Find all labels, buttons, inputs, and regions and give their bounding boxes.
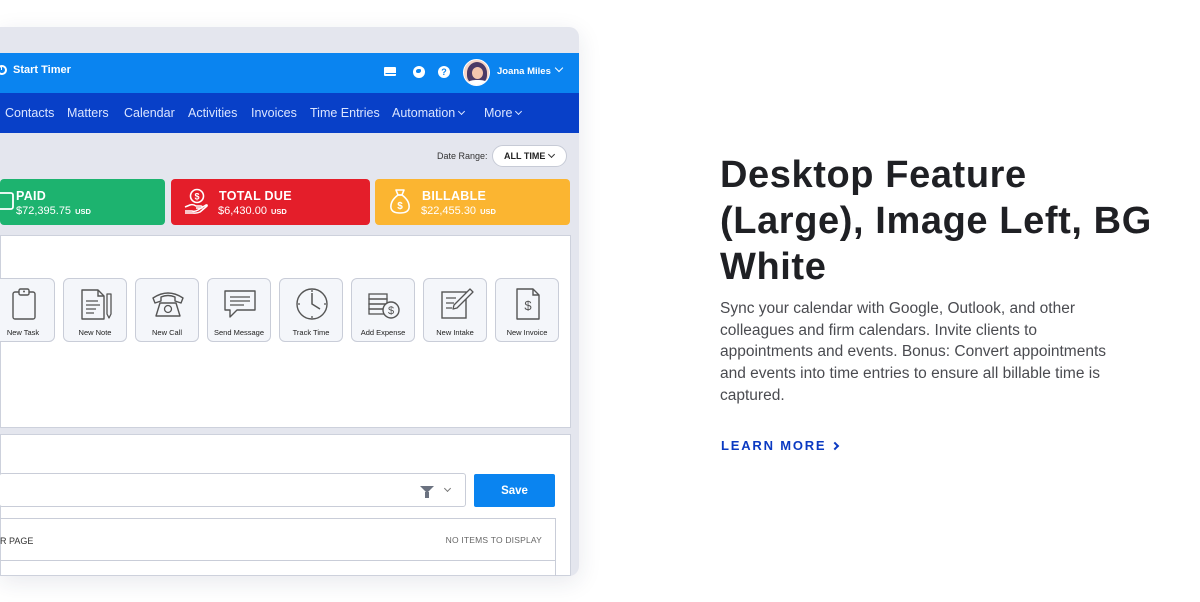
intake-icon [441, 288, 474, 319]
nav-item-calendar[interactable]: Calendar [124, 106, 175, 120]
quick-actions-panel: New Task New Note New Call Send Message … [0, 235, 571, 428]
stat-card-billable[interactable]: $ BILLABLE $22,455.30 USD [375, 179, 570, 225]
tile-new-note[interactable]: New Note [63, 278, 127, 342]
filter-input[interactable] [0, 473, 466, 507]
no-items-text: NO ITEMS TO DISPLAY [445, 535, 542, 545]
save-button[interactable]: Save [474, 474, 555, 507]
chevron-right-icon [831, 441, 840, 451]
feature-heading: Desktop Feature (Large), Image Left, BG … [720, 154, 1152, 288]
nav-item-more[interactable]: More [484, 106, 523, 120]
nav-label-more: More [484, 106, 513, 120]
nav-item-invoices[interactable]: Invoices [251, 106, 297, 120]
phone-icon [152, 292, 184, 317]
globe-icon[interactable] [413, 66, 425, 78]
nav-item-contacts[interactable]: Contacts [5, 106, 54, 120]
tile-label: New Task [6, 328, 40, 337]
stat-card-paid[interactable]: PAID $72,395.75 USD [0, 179, 165, 225]
invoice-icon: $ [516, 288, 540, 320]
learn-more-link[interactable]: LEARN MORE [721, 438, 840, 453]
mail-icon[interactable] [384, 67, 397, 76]
tile-label: New Note [78, 328, 112, 337]
tile-new-call[interactable]: New Call [135, 278, 199, 342]
chevron-down-icon [547, 150, 556, 159]
tile-new-intake[interactable]: New Intake [423, 278, 487, 342]
chevron-down-icon[interactable] [554, 63, 564, 73]
svg-text:$: $ [397, 201, 403, 212]
feature-body: Sync your calendar with Google, Outlook,… [720, 300, 1107, 404]
help-icon[interactable]: ? [438, 66, 450, 78]
expense-icon: $ [368, 293, 400, 319]
nav-item-matters[interactable]: Matters [67, 106, 109, 120]
avatar[interactable] [463, 59, 490, 86]
message-icon [224, 290, 256, 318]
tile-label: Track Time [292, 328, 330, 337]
date-range-label: Date Range: [437, 151, 488, 161]
nav-label-automation: Automation [392, 106, 456, 120]
stat-amount: $72,395.75 USD [16, 205, 91, 217]
tile-label: Send Message [213, 328, 265, 337]
nav-item-automation[interactable]: Automation [392, 106, 466, 120]
timer-icon [0, 65, 7, 75]
paid-icon [0, 192, 14, 210]
clock-icon [296, 288, 328, 320]
start-timer-button[interactable]: Start Timer [0, 64, 71, 76]
per-page-label[interactable]: R PAGE [0, 536, 33, 546]
user-name[interactable]: Joana Miles [497, 66, 551, 77]
svg-text:$: $ [388, 305, 394, 317]
nav-item-time-entries[interactable]: Time Entries [310, 106, 380, 120]
stat-card-total-due[interactable]: $ TOTAL DUE $6,430.00 USD [171, 179, 370, 225]
stat-title: PAID [16, 189, 47, 203]
app-screenshot: Start Timer ? Joana Miles Contacts Matte… [0, 27, 579, 576]
learn-more-label: LEARN MORE [721, 438, 827, 453]
note-icon [81, 289, 112, 320]
tile-label: New Invoice [506, 328, 548, 337]
money-hand-icon: $ [184, 188, 208, 214]
chevron-down-icon [515, 107, 523, 116]
stat-title: TOTAL DUE [219, 189, 292, 203]
chevron-down-icon[interactable] [443, 484, 452, 493]
tile-label: New Intake [436, 328, 474, 337]
entries-table: R PAGE NO ITEMS TO DISPLAY [0, 518, 556, 576]
filter-icon[interactable] [420, 486, 434, 498]
nav-item-activities[interactable]: Activities [188, 106, 237, 120]
svg-text:$: $ [194, 192, 199, 202]
tile-new-invoice[interactable]: $ New Invoice [495, 278, 559, 342]
stat-amount: $22,455.30 USD [421, 205, 496, 217]
date-range-select[interactable]: ALL TIME [492, 145, 567, 167]
chevron-down-icon [458, 107, 466, 116]
start-timer-label: Start Timer [13, 64, 71, 76]
tile-label: Add Expense [360, 328, 406, 337]
main-nav: Contacts Matters Calendar Activities Inv… [0, 93, 579, 133]
top-bar: Start Timer ? Joana Miles [0, 53, 579, 93]
divider [0, 560, 555, 561]
tile-send-message[interactable]: Send Message [207, 278, 271, 342]
svg-text:$: $ [524, 298, 532, 313]
stat-title: BILLABLE [422, 189, 487, 203]
stat-amount: $6,430.00 USD [218, 205, 287, 217]
tile-track-time[interactable]: Track Time [279, 278, 343, 342]
tile-new-task[interactable]: New Task [0, 278, 55, 342]
clipboard-icon [12, 288, 36, 320]
tile-label: New Call [151, 328, 182, 337]
entries-panel: Save R PAGE NO ITEMS TO DISPLAY [0, 434, 571, 576]
money-bag-icon: $ [390, 189, 410, 214]
tile-add-expense[interactable]: $ Add Expense [351, 278, 415, 342]
date-range-value: ALL TIME [504, 151, 546, 161]
